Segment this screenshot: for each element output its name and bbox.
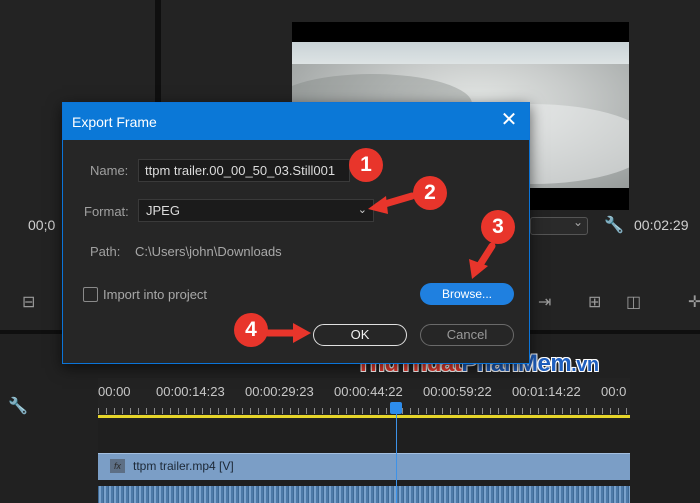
zoom-fit-select[interactable] [530, 215, 588, 235]
audio-clip[interactable] [98, 486, 630, 503]
work-area-bar[interactable] [98, 415, 630, 418]
timeline-wrench-icon[interactable]: 🔧 [8, 396, 28, 416]
step-1-badge: 1 [349, 148, 383, 182]
close-icon[interactable]: ✕ [497, 109, 521, 133]
more-icon[interactable]: ✛ [688, 292, 700, 312]
format-select[interactable]: JPEG ⌄ [138, 199, 374, 222]
source-timecode: 00;0 [28, 217, 56, 233]
name-field[interactable]: ttpm trailer.00_00_50_03.Still001 [138, 159, 350, 182]
step-4-badge: 4 [234, 313, 268, 347]
ok-button[interactable]: OK [313, 324, 407, 346]
ruler-label: 00:00:14:23 [156, 384, 225, 399]
chevron-down-icon: ⌄ [357, 204, 367, 216]
fx-badge: fx [110, 459, 125, 473]
ruler-ticks [98, 408, 630, 414]
video-clip[interactable]: fx ttpm trailer.mp4 [V] [98, 453, 630, 480]
marker-icon[interactable]: ⊟ [22, 292, 35, 312]
video-frame-sky [292, 42, 629, 64]
step-2-badge: 2 [413, 176, 447, 210]
ruler-label: 00:00:29:23 [245, 384, 314, 399]
step-3-badge: 3 [481, 210, 515, 244]
ruler-label: 00:0 [601, 384, 627, 399]
format-label: Format: [84, 204, 129, 219]
watermark-part: .vn [571, 354, 599, 376]
export-frame-icon[interactable]: ◫ [626, 292, 641, 312]
ruler-label: 00:00 [98, 384, 131, 399]
timeline-ruler[interactable]: 00:00 00:00:14:23 00:00:29:23 00:00:44:2… [98, 378, 630, 416]
browse-button[interactable]: Browse... [420, 283, 514, 305]
program-timecode: 00:02:29 [634, 217, 689, 233]
path-value: C:\Users\john\Downloads [135, 244, 282, 259]
dialog-title: Export Frame [72, 114, 157, 130]
ruler-label: 00:00:59:22 [423, 384, 492, 399]
ruler-label: 00:00:44:22 [334, 384, 403, 399]
import-into-project-label[interactable]: Import into project [103, 287, 207, 302]
lift-icon[interactable]: ⊞ [588, 292, 601, 312]
playhead-line [396, 413, 397, 503]
import-into-project-checkbox[interactable] [83, 287, 98, 302]
video-clip-label: ttpm trailer.mp4 [V] [133, 459, 234, 473]
playhead-handle[interactable] [390, 402, 402, 414]
name-label: Name: [90, 163, 129, 178]
ruler-label: 00:01:14:22 [512, 384, 581, 399]
export-frame-dialog: Export Frame ✕ Name: ttpm trailer.00_00_… [62, 102, 530, 364]
settings-wrench-icon[interactable]: 🔧 [604, 215, 624, 235]
path-label: Path: [90, 244, 121, 259]
dialog-titlebar[interactable]: Export Frame ✕ [63, 103, 529, 140]
cancel-button[interactable]: Cancel [420, 324, 514, 346]
format-value: JPEG [146, 203, 180, 218]
step-forward-icon[interactable]: ⇥ [538, 292, 551, 312]
